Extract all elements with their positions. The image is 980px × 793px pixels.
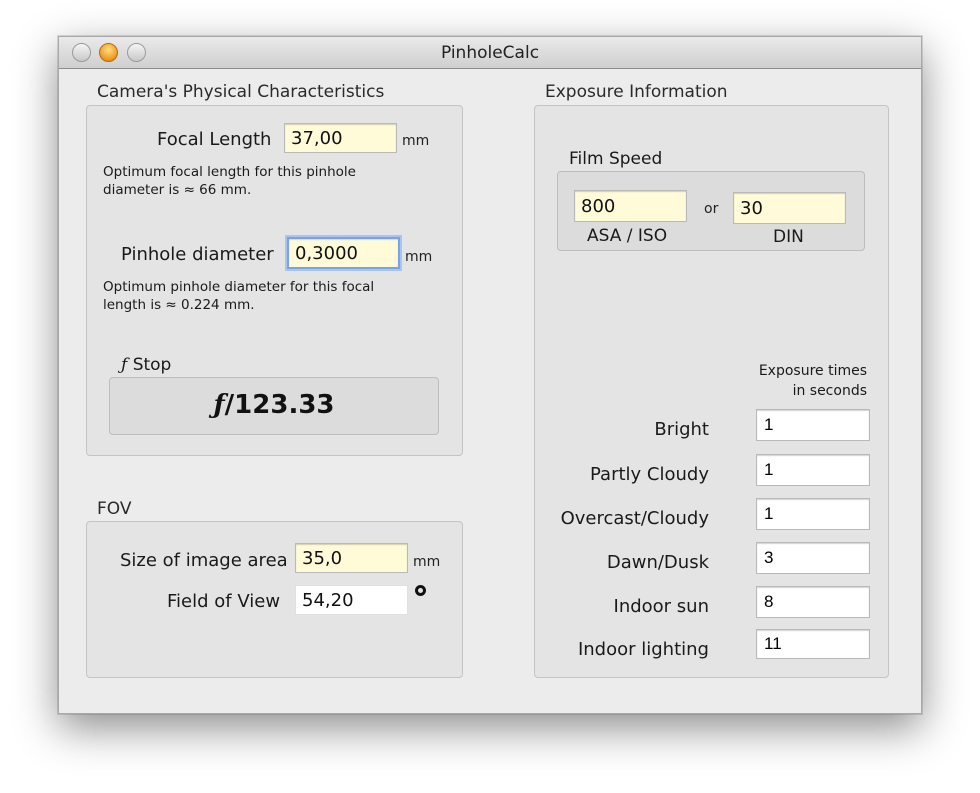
focal-length-input[interactable] [284,123,397,153]
asa-iso-label: ASA / ISO [587,226,668,246]
fstop-label-f: ƒ [121,355,128,375]
image-area-size-unit: mm [413,554,441,570]
asa-iso-input[interactable] [574,190,687,222]
exposure-row-label: Indoor sun [613,596,709,617]
fstop-value: ƒ/123.33 [110,390,438,420]
exposure-time-indoor-lighting[interactable] [756,629,870,659]
exposure-times-header-line1: Exposure times [758,363,867,379]
pinhole-diameter-note: Optimum pinhole diameter for this focal … [103,279,375,313]
window-title: PinholeCalc [440,43,540,63]
fstop-label-text: Stop [132,355,172,375]
film-speed-title: Film Speed [569,149,663,169]
exposure-section-title: Exposure Information [545,82,728,102]
din-label: DIN [773,227,804,247]
fstop-label: ƒ Stop [121,355,171,375]
exposure-times-header: Exposure times in seconds [719,361,867,401]
exposure-time-indoor-sun[interactable] [756,586,870,618]
pinhole-diameter-label: Pinhole diameter [121,244,274,265]
exposure-row-label: Overcast/Cloudy [560,508,709,529]
focal-length-note: Optimum focal length for this pinhole di… [103,164,356,198]
exposure-time-bright[interactable] [756,409,870,441]
focal-length-label: Focal Length [157,129,272,150]
pinhole-diameter-input[interactable] [287,237,400,269]
pinhole-diameter-unit: mm [405,249,433,265]
size-of-image-area-label: Size of image area [120,550,288,571]
degree-icon [415,585,426,596]
exposure-row-label: Dawn/Dusk [606,552,709,573]
fstop-display: ƒ/123.33 [109,377,439,435]
exposure-row-label: Partly Cloudy [590,464,709,485]
fov-section-title: FOV [97,499,132,519]
field-of-view-label: Field of View [167,591,281,612]
exposure-times-header-line2: in seconds [792,383,867,399]
focal-length-unit: mm [402,133,430,149]
exposure-time-dawn-dusk[interactable] [756,542,870,574]
exposure-row-label: Indoor lighting [577,639,709,660]
title-bar[interactable]: PinholeCalc [59,37,921,69]
din-input[interactable] [733,192,846,224]
fstop-value-f: ƒ [213,390,225,420]
fstop-value-number: /123.33 [224,390,335,420]
image-area-size-input[interactable] [295,543,408,573]
field-of-view-output [295,585,408,615]
camera-section-title: Camera's Physical Characteristics [97,82,385,102]
exposure-time-partly-cloudy[interactable] [756,454,870,486]
or-label: or [704,201,719,217]
exposure-time-overcast[interactable] [756,498,870,530]
exposure-row-label: Bright [654,419,709,440]
main-window: PinholeCalc Camera's Physical Characteri… [58,36,922,714]
